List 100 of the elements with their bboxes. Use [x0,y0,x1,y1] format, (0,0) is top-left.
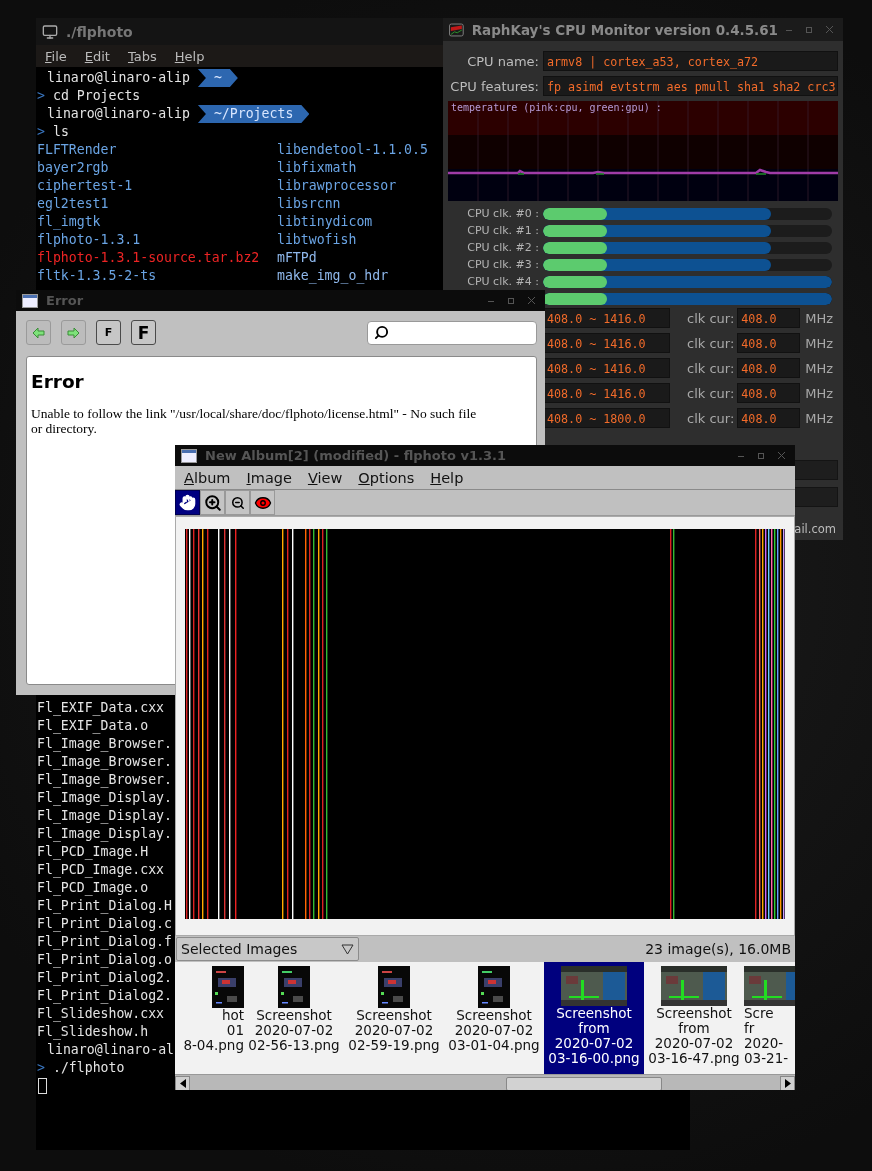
range-field: 408.0 ~ 1800.0 [543,408,670,428]
thumbnail-item[interactable]: Screenshot from 2020-07-02 03-16-00.png [544,962,644,1074]
file-name: Fl_PCD_Image.cxx [37,861,165,879]
field-label: clk cur: [687,310,735,326]
thumbnail-item[interactable]: Screenshot 2020-07-02 02-56-13.png [244,962,344,1074]
file-label: 03-01-04.png [448,1038,540,1053]
file-name: Fl_Image_Browser. [37,735,172,753]
file-label: from [578,1021,610,1036]
status-text: 23 image(s), 16.0MB [645,941,791,957]
menu-item[interactable]: Album [176,469,239,486]
command-text: ./flphoto [52,1059,125,1077]
file-label: Screenshot [256,1008,332,1023]
file-name: FLFTRender [37,141,117,159]
range-field: 408.0 ~ 1416.0 [543,358,670,378]
file-label: Screenshot [656,1006,732,1021]
field-label: clk cur: [687,335,735,351]
font-size-button[interactable]: F [96,320,121,345]
window-title: RaphKay's CPU Monitor version 0.4.5.61 [471,21,778,38]
prompt-user: linaro@linaro-al [47,1041,175,1059]
field-label: clk cur: [687,410,735,426]
file-label: 02-59-19.png [348,1038,440,1053]
file-label: Screenshot [356,1008,432,1023]
menu-item[interactable]: Help [422,469,472,486]
file-label: 2020- [744,1036,784,1051]
prompt-marker: > [37,1059,45,1077]
file-label: Screenshot [556,1006,632,1021]
clock-field: 408.0 [737,308,801,328]
menu-item[interactable]: View [299,469,351,486]
file-label: Scre [744,1006,774,1021]
font-size-button[interactable]: F [131,320,156,345]
menu-item[interactable]: Tabs [127,48,157,64]
window-title: Error [46,293,84,308]
field-label: clk cur: [687,360,735,376]
file-name: Fl_Image_Browser. [37,753,172,771]
menu-item[interactable]: Image [238,469,300,486]
file-name: libfixmath [277,159,357,177]
file-name: Fl_EXIF_Data.cxx [37,699,165,717]
file-name: Fl_Image_Display. [37,825,172,843]
range-field: 408.0 ~ 1416.0 [543,383,670,403]
file-label: 2020-07-02 [654,1036,734,1051]
file-name: egl2test1 [37,195,109,213]
file-label: from [678,1021,710,1036]
graph-caption: temperature (pink:cpu, green:gpu) : [451,102,662,113]
range-field: 408.0 ~ 1416.0 [543,308,670,328]
field-label: clk cur: [687,385,735,401]
file-name: Fl_Slideshow.cxx [37,1005,165,1023]
file-name: Fl_Slideshow.h [37,1023,149,1041]
clock-field: 408.0 [737,333,801,353]
file-label: 2020-07-02 [354,1023,434,1038]
file-label: 03-21- [744,1051,789,1066]
file-name: libtwofish [277,231,357,249]
email-text: ail.com [794,522,836,536]
prompt-path: ~/Projects [197,105,310,123]
clock-label: CPU clk. #2 : [466,241,539,254]
file-name: flphoto-1.3.1-source.tar.bz2 [37,249,260,267]
unit-label: MHz [805,385,834,401]
file-label: 03-16-00.png [548,1051,640,1066]
file-name: Fl_Print_Dialog.f [37,933,172,951]
menu-item[interactable]: File [45,48,67,64]
menu-item[interactable]: Options [350,469,423,486]
file-name: fl_imgtk [37,213,101,231]
file-name: ciphertest-1 [37,177,133,195]
clock-label: CPU clk. #1 : [466,224,539,237]
clock-field: 408.0 [737,383,801,403]
thumbnail-item[interactable]: Screenshot from 2020-07-02 03-16-47.png [644,962,744,1074]
file-name: Fl_EXIF_Data.o [37,717,149,735]
clock-label: CPU clk. #0 : [466,207,539,220]
file-name: Fl_Image_Display. [37,807,172,825]
file-label: 03-16-47.png [648,1051,740,1066]
file-name: Fl_Print_Dialog.H [37,897,172,915]
thumbnail-item[interactable]: Screenshot 2020-07-02 02-59-19.png [344,962,444,1074]
unit-label: MHz [805,335,834,351]
thumbnail-item[interactable]: hot 01 8-04.png [175,962,244,1074]
thumbnail-item[interactable]: Scre fr 2020- 03-21- [744,962,795,1074]
window-title: New Album[2] (modified) - flphoto v1.3.1 [205,448,506,463]
clock-label: CPU clk. #3 : [466,258,539,271]
thumbnail-item[interactable]: Screenshot 2020-07-02 03-01-04.png [444,962,544,1074]
file-name: bayer2rgb [37,159,109,177]
menu-item[interactable]: Edit [84,48,110,64]
menu-item[interactable]: Help [174,48,205,64]
file-name: fltk-1.3.5-2-ts [37,267,157,285]
prompt-user: linaro@linaro-alip [47,69,190,87]
file-label: hot [221,1008,244,1023]
file-name: flphoto-1.3.1 [37,231,141,249]
file-name: Fl_Print_Dialog2. [37,987,172,1005]
file-name: Fl_PCD_Image.o [37,879,149,897]
cpu-info-field: armv8 | cortex_a53, cortex_a72 [543,51,838,71]
file-label: 2020-07-02 [454,1023,534,1038]
file-name: libsrcnn [277,195,341,213]
prompt-marker: > [37,123,45,141]
file-name: librawprocessor [277,177,397,195]
command-text: ls [52,123,69,141]
file-name: Fl_Image_Browser. [37,771,172,789]
file-name: Fl_PCD_Image.H [37,843,149,861]
file-name: Fl_Print_Dialog.o [37,951,172,969]
clock-field: 408.0 [737,358,801,378]
file-label: Screenshot [456,1008,532,1023]
filter-dropdown[interactable]: Selected Images [176,937,359,961]
file-name: Fl_Image_Display. [37,789,172,807]
field-label: CPU name: [466,53,539,69]
